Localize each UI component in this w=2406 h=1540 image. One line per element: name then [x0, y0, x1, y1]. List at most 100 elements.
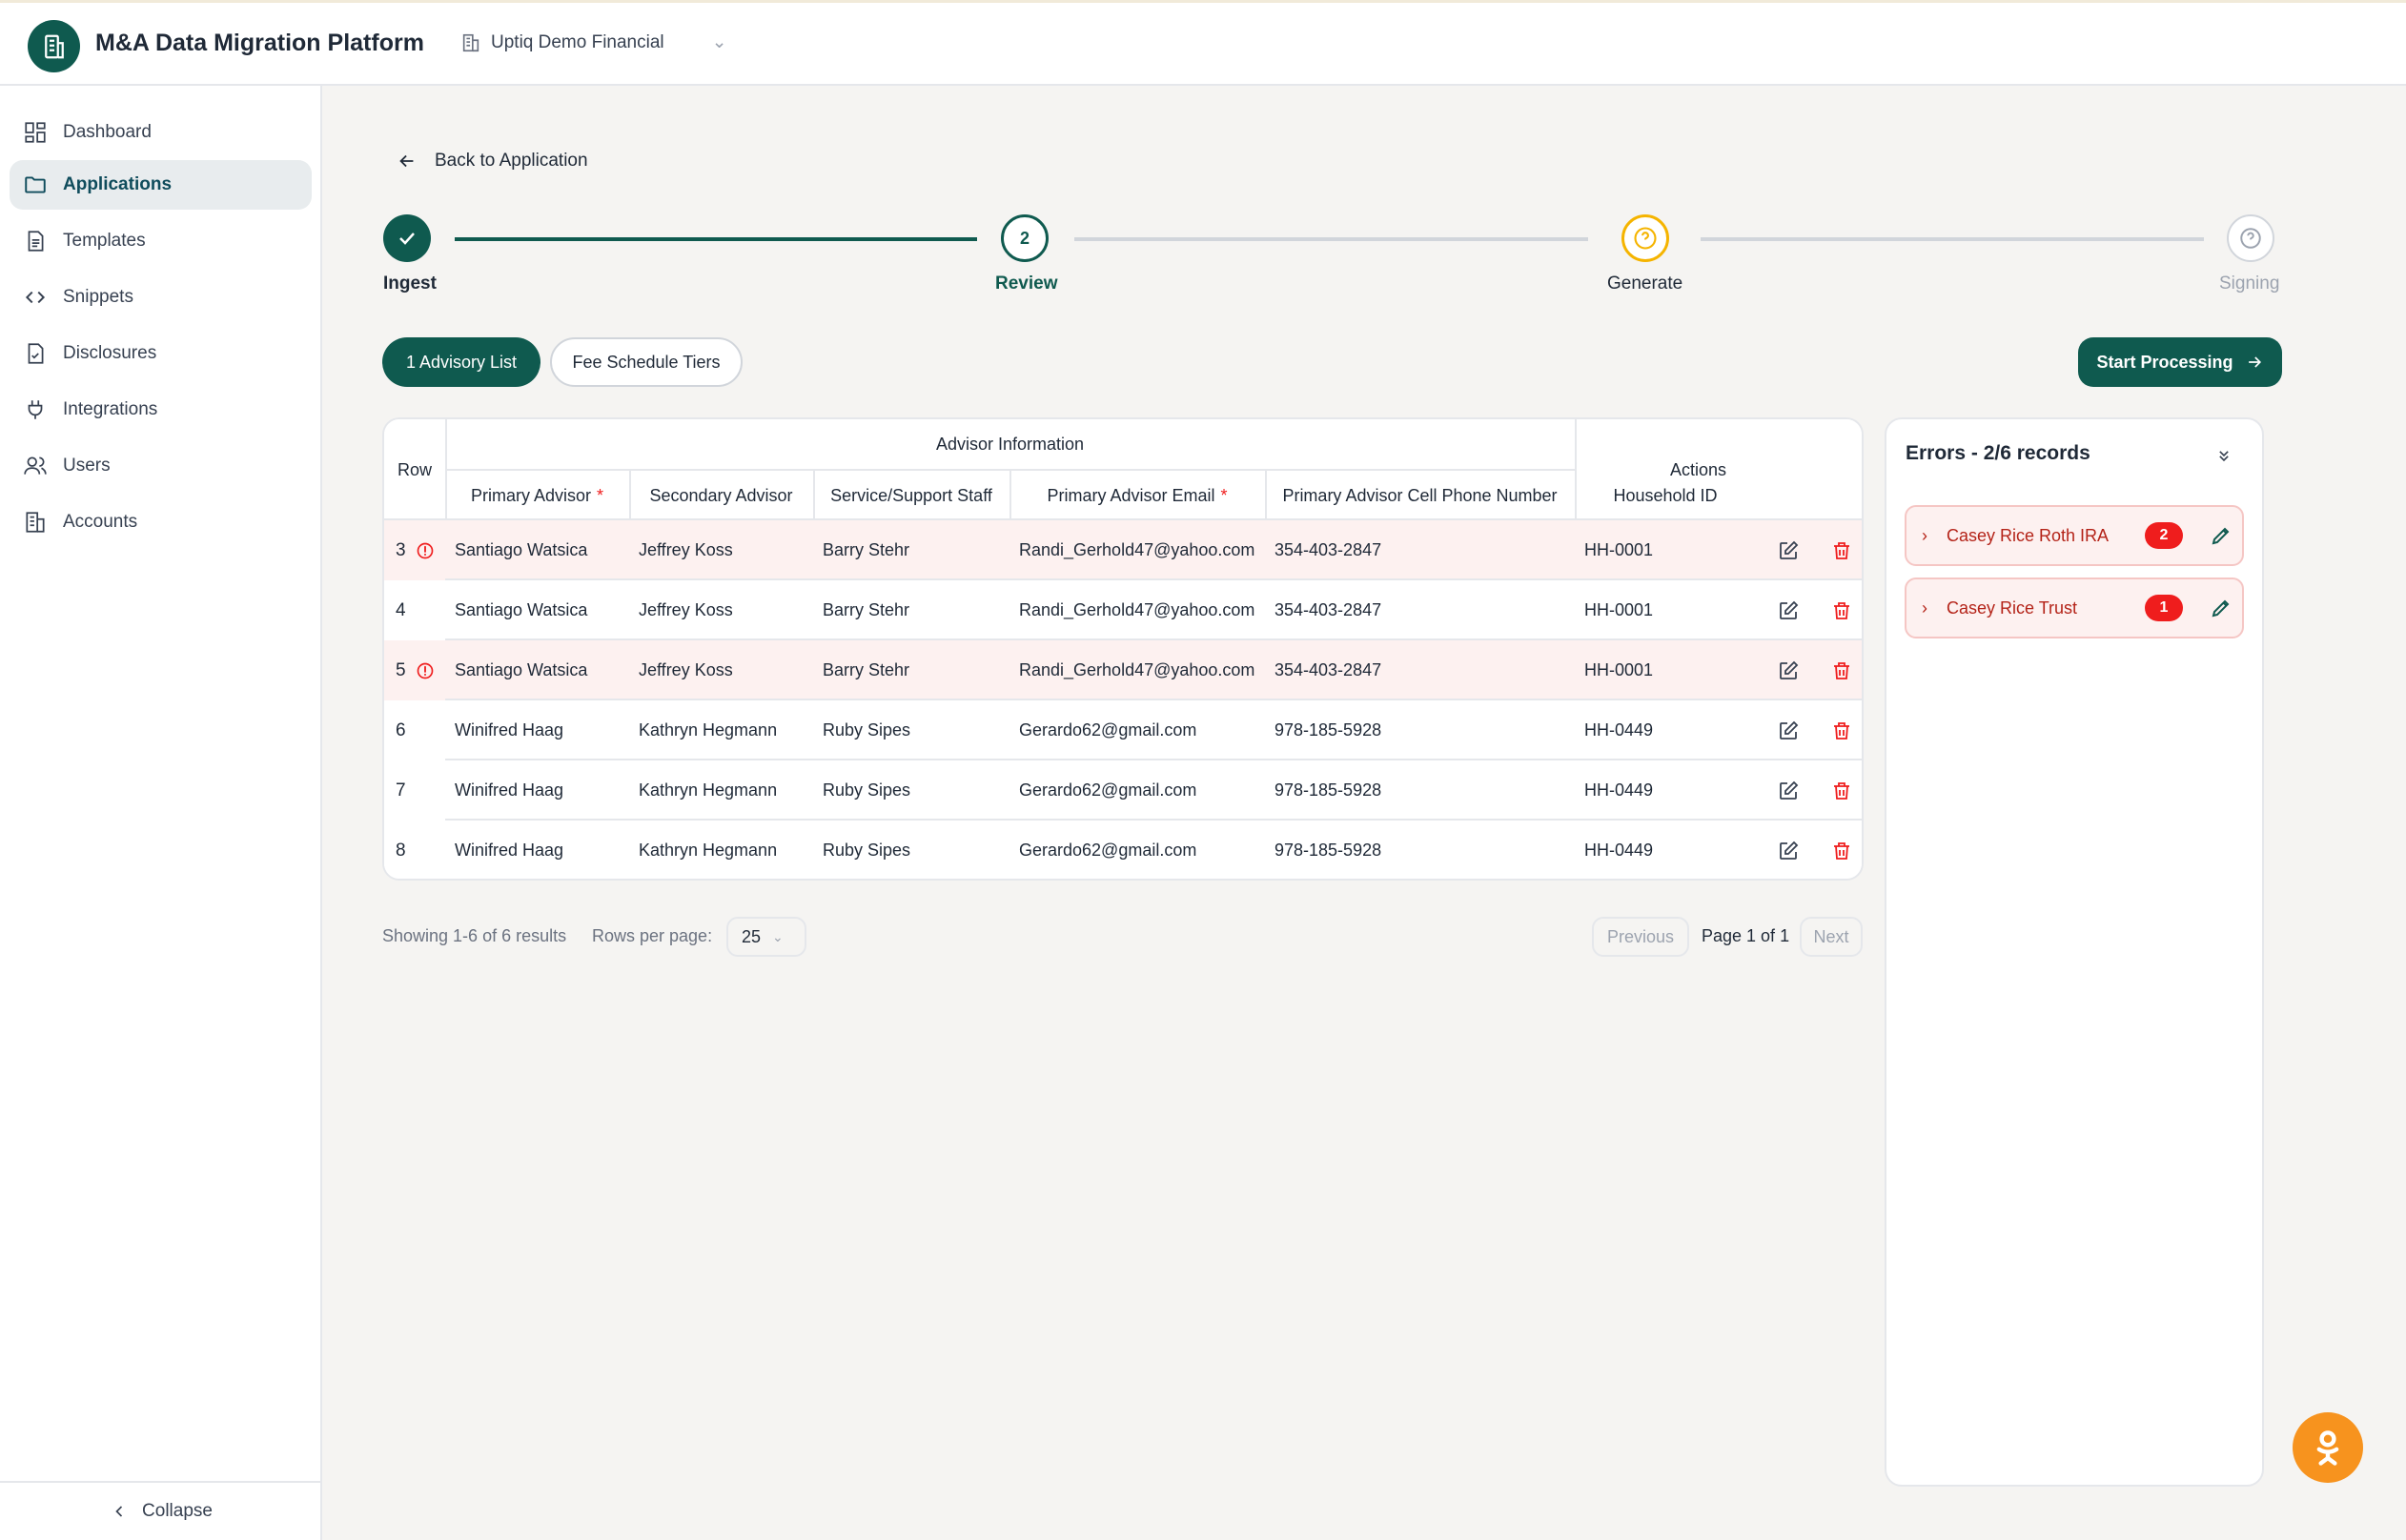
trash-icon[interactable] — [1830, 719, 1853, 742]
chevron-right-icon: › — [1922, 598, 1927, 618]
step-ingest-check-icon[interactable] — [383, 214, 431, 262]
collapse-label: Collapse — [142, 1501, 213, 1521]
previous-button[interactable]: Previous — [1592, 917, 1689, 957]
table-row: 5 Santiago Watsica Jeffrey Koss Barry Stehr… — [384, 640, 1862, 700]
trash-icon[interactable] — [1830, 659, 1853, 682]
sidebar-item-integrations[interactable]: Integrations — [10, 385, 312, 435]
step-connector — [1074, 237, 1588, 241]
col-header-primary-email: Primary Advisor Email * — [1009, 471, 1265, 520]
start-processing-label: Start Processing — [2096, 352, 2233, 372]
edit-icon[interactable] — [1777, 780, 1800, 802]
rows-per-page-select[interactable]: 25 ⌄ — [726, 917, 806, 957]
sidebar-item-label: Snippets — [63, 287, 133, 307]
users-icon — [24, 456, 47, 475]
edit-icon[interactable] — [1777, 599, 1800, 622]
col-header-household-id: Household ID — [1613, 485, 1718, 505]
chat-assistant-button[interactable] — [2293, 1412, 2363, 1483]
error-alert-icon[interactable] — [416, 541, 435, 560]
collapse-button[interactable]: Collapse — [0, 1481, 322, 1540]
building-icon — [26, 512, 45, 533]
col-header-cell-phone: Primary Advisor Cell Phone Number — [1282, 485, 1558, 505]
sidebar-item-applications[interactable]: Applications — [10, 160, 312, 210]
col-header-primary-advisor: Primary Advisor * — [445, 471, 629, 520]
sidebar-item-label: Dashboard — [63, 122, 152, 142]
pencil-icon[interactable] — [2210, 524, 2233, 547]
pencil-icon[interactable] — [2210, 597, 2233, 619]
chevron-left-icon — [115, 1506, 123, 1517]
table-cell: Randi_Gerhold47@yahoo.com — [1019, 660, 1255, 679]
sidebar-item-users[interactable]: Users — [10, 441, 312, 491]
start-processing-button[interactable]: Start Processing — [2078, 337, 2282, 387]
top-bar: M&A Data Migration Platform Uptiq Demo F… — [0, 0, 2406, 86]
edit-icon[interactable] — [1777, 659, 1800, 682]
table-row: 4 Santiago Watsica Jeffrey Koss Barry Stehr… — [384, 580, 1862, 640]
table-cell: HH-0001 — [1584, 540, 1654, 559]
error-count-badge: 2 — [2145, 522, 2183, 549]
table-cell: Jeffrey Koss — [639, 540, 733, 559]
chevron-right-icon: › — [1922, 526, 1927, 545]
sidebar-item-accounts[interactable]: Accounts — [10, 497, 312, 547]
sidebar-item-dashboard[interactable]: Dashboard — [10, 108, 312, 157]
table-cell: Kathryn Hegmann — [639, 780, 778, 800]
sidebar-item-templates[interactable]: Templates — [10, 216, 312, 266]
table-cell: Ruby Sipes — [823, 720, 911, 740]
trash-icon[interactable] — [1830, 780, 1853, 802]
table-cell: Gerardo62@gmail.com — [1019, 841, 1197, 860]
table-cell: HH-0001 — [1584, 660, 1654, 679]
error-record[interactable]: › Casey Rice Trust 1 — [1905, 578, 2244, 638]
col-header-label: Primary Advisor Email — [1047, 485, 1215, 505]
chevrons-down-icon[interactable] — [2214, 446, 2233, 465]
trash-icon[interactable] — [1830, 599, 1853, 622]
required-mark: * — [597, 485, 604, 505]
edit-icon[interactable] — [1777, 539, 1800, 562]
edit-icon[interactable] — [1777, 719, 1800, 742]
sidebar-item-label: Templates — [63, 231, 146, 251]
chevron-down-icon: ⌄ — [711, 32, 727, 52]
trash-icon[interactable] — [1830, 539, 1853, 562]
table-cell: HH-0449 — [1584, 841, 1654, 860]
table-cell: Kathryn Hegmann — [639, 841, 778, 860]
chevron-down-icon: ⌄ — [772, 928, 784, 944]
table-cell: Barry Stehr — [823, 600, 910, 619]
error-alert-icon[interactable] — [416, 661, 435, 680]
table-cell: 354-403-2847 — [1274, 600, 1382, 619]
sidebar-item-label: Integrations — [63, 399, 158, 419]
sidebar-item-label: Accounts — [63, 512, 138, 532]
step-review[interactable]: 2 — [1001, 214, 1049, 262]
sidebar-item-label: Applications — [63, 174, 173, 194]
tab-fee-schedule-tiers[interactable]: Fee Schedule Tiers — [550, 337, 743, 387]
step-connector — [455, 237, 977, 241]
errors-title: Errors - 2/6 records — [1906, 442, 2090, 464]
table-cell: Gerardo62@gmail.com — [1019, 720, 1197, 740]
step-signing-help-icon[interactable] — [2227, 214, 2274, 262]
table-cell: 354-403-2847 — [1274, 540, 1382, 559]
edit-icon[interactable] — [1777, 840, 1800, 862]
step-label-generate: Generate — [1607, 274, 1683, 294]
table-cell: Barry Stehr — [823, 540, 910, 559]
row-number: 8 — [396, 840, 406, 861]
sidebar-item-disclosures[interactable]: Disclosures — [10, 329, 312, 378]
error-record[interactable]: › Casey Rice Roth IRA 2 — [1905, 505, 2244, 566]
table-header: Row Advisor Information Actions Primary … — [384, 419, 1862, 520]
table-cell: Santiago Watsica — [455, 540, 588, 559]
trash-icon[interactable] — [1830, 840, 1853, 862]
step-generate-warning-icon[interactable] — [1621, 214, 1669, 262]
error-count-badge: 1 — [2145, 595, 2183, 621]
code-icon — [25, 291, 46, 304]
row-number: 6 — [396, 719, 406, 740]
next-button[interactable]: Next — [1800, 917, 1863, 957]
col-header-label: Primary Advisor — [470, 485, 591, 505]
row-number-cell: 3 — [384, 520, 445, 580]
sidebar-item-snippets[interactable]: Snippets — [10, 273, 312, 322]
required-mark: * — [1220, 485, 1228, 505]
tab-advisory-list[interactable]: 1 Advisory List — [382, 337, 540, 387]
table-row: 7 Winifred Haag Kathryn Hegmann Ruby Sipes G… — [384, 760, 1862, 821]
arrow-right-icon — [2248, 356, 2261, 368]
org-switcher[interactable]: Uptiq Demo Financial ⌄ — [460, 31, 727, 53]
errors-panel: Errors - 2/6 records › Casey Rice Roth I… — [1885, 417, 2264, 1487]
table-cell: Gerardo62@gmail.com — [1019, 780, 1197, 800]
back-to-application-link[interactable]: Back to Application — [397, 151, 588, 172]
table-cell: Santiago Watsica — [455, 660, 588, 679]
document-icon — [28, 231, 44, 252]
row-number-cell: 8 — [384, 821, 445, 879]
